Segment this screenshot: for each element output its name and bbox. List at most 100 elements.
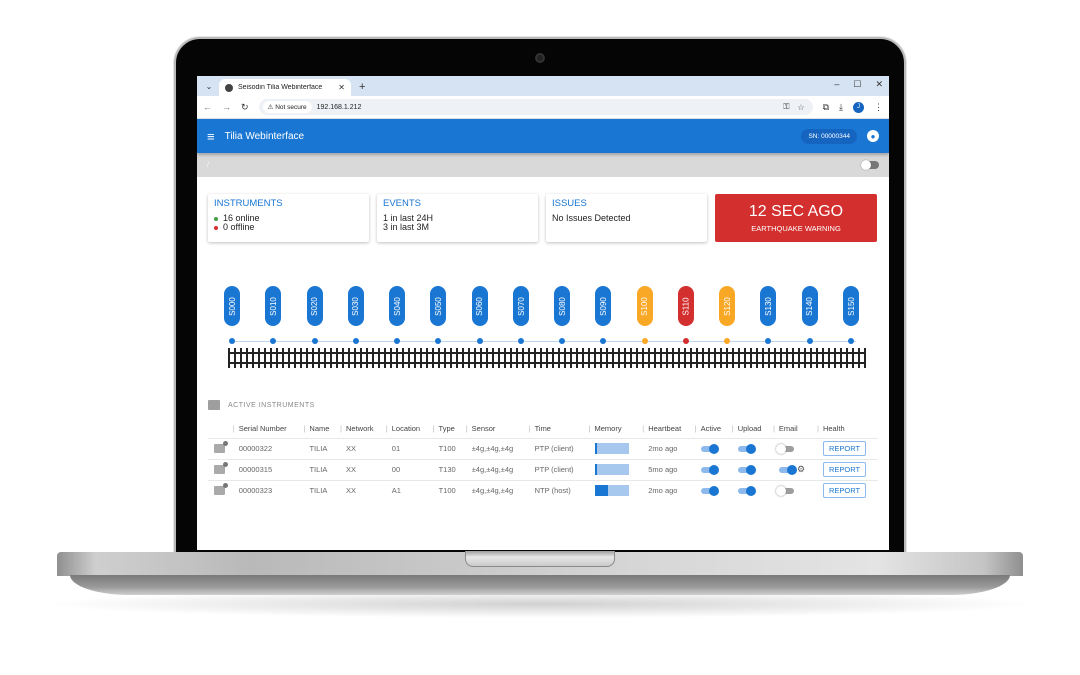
station-marker-s140[interactable]: S140 xyxy=(801,286,818,326)
back-icon[interactable]: ← xyxy=(203,102,212,112)
email-toggle[interactable] xyxy=(775,444,794,455)
mode-toggle[interactable] xyxy=(861,160,879,170)
column-header-upload[interactable]: | Upload xyxy=(728,420,769,438)
column-divider[interactable]: | xyxy=(589,424,591,433)
browser-tab[interactable]: Seisodin Tilia Webinterface ✕ xyxy=(219,79,351,96)
column-header-active[interactable]: | Active xyxy=(691,420,728,438)
serial-badge[interactable]: SN: 00000344 xyxy=(801,128,857,144)
maximize-icon[interactable]: ☐ xyxy=(853,79,861,90)
events-card[interactable]: EVENTS 1 in last 24H 3 in last 3M xyxy=(377,194,538,242)
bookmark-star-icon[interactable]: ☆ xyxy=(797,103,804,112)
station-marker-s010[interactable]: S010 xyxy=(265,286,282,326)
station-point xyxy=(682,338,689,344)
table-row[interactable]: 00000322 TILIA XX 01 T100 ±4g,±4g,±4g PTP (cli… xyxy=(208,437,878,459)
column-header-serial-number[interactable]: | Serial Number xyxy=(229,420,300,438)
column-header-sensor[interactable]: | Sensor xyxy=(462,420,525,438)
upload-toggle[interactable] xyxy=(737,486,756,497)
email-toggle[interactable] xyxy=(778,464,797,475)
station-label: S030 xyxy=(351,296,361,316)
account-icon[interactable]: ● xyxy=(867,130,879,142)
upload-cell xyxy=(727,479,769,501)
profile-avatar[interactable]: J xyxy=(853,101,864,113)
column-header-heartbeat[interactable]: | Heartbeat xyxy=(638,420,690,438)
email-toggle[interactable] xyxy=(775,486,794,497)
column-divider[interactable]: | xyxy=(732,424,734,433)
column-divider[interactable]: | xyxy=(233,424,235,433)
more-menu-icon[interactable]: ⋮ xyxy=(874,102,883,113)
column-header-email[interactable]: | Email xyxy=(769,420,813,438)
station-marker-s110[interactable]: S110 xyxy=(677,286,694,326)
table-row[interactable]: 00000323 TILIA XX A1 T100 ±4g,±4g,±4g NTP (hos… xyxy=(208,479,878,501)
column-header-health[interactable]: | Health xyxy=(813,420,878,438)
hamburger-menu-icon[interactable]: ≡ xyxy=(207,129,215,144)
tab-search-button[interactable]: ⌄ xyxy=(202,79,216,93)
station-marker-s050[interactable]: S050 xyxy=(430,286,447,326)
column-divider[interactable]: | xyxy=(433,424,435,433)
station-marker-s090[interactable]: S090 xyxy=(595,286,612,326)
station-marker-s030[interactable]: S030 xyxy=(347,286,364,326)
report-button[interactable]: REPORT xyxy=(823,483,867,499)
upload-toggle[interactable] xyxy=(737,444,756,455)
column-divider[interactable]: | xyxy=(303,424,305,433)
station-label: S040 xyxy=(392,296,402,316)
close-tab-icon[interactable]: ✕ xyxy=(338,83,345,92)
station-marker-s100[interactable]: S100 xyxy=(636,286,653,326)
column-header-type[interactable]: | Type xyxy=(429,420,462,438)
password-key-icon[interactable]: ⚿ xyxy=(783,102,789,112)
station-marker-s130[interactable]: S130 xyxy=(760,286,777,326)
download-icon[interactable]: ⤓ xyxy=(839,102,843,113)
column-header-network[interactable]: | Network xyxy=(336,420,382,438)
forward-icon[interactable]: → xyxy=(222,102,231,112)
new-tab-button[interactable]: + xyxy=(359,81,365,93)
instrument-image-icon[interactable] xyxy=(214,462,228,474)
station-marker-s060[interactable]: S060 xyxy=(471,286,488,326)
station-label: S000 xyxy=(227,296,237,316)
column-header-memory[interactable]: | Memory xyxy=(585,420,639,438)
column-header-location[interactable]: | Location xyxy=(382,420,429,438)
column-divider[interactable]: | xyxy=(386,424,388,433)
instrument-image-icon[interactable] xyxy=(214,441,228,453)
column-divider[interactable]: | xyxy=(466,424,468,433)
report-button[interactable]: REPORT xyxy=(823,441,867,456)
column-header-time[interactable]: | Time xyxy=(525,420,585,438)
active-toggle[interactable] xyxy=(700,465,719,476)
station-marker-s070[interactable]: S070 xyxy=(512,286,529,326)
column-divider[interactable]: | xyxy=(817,424,819,433)
station-marker-s150[interactable]: S150 xyxy=(843,286,859,326)
extensions-icon[interactable]: ⧉ xyxy=(823,102,829,113)
column-header-name[interactable]: | Name xyxy=(299,420,336,438)
active-toggle[interactable] xyxy=(700,486,719,497)
station-marker-s040[interactable]: S040 xyxy=(389,286,406,326)
upload-toggle[interactable] xyxy=(737,465,756,476)
instruments-card[interactable]: INSTRUMENTS 16 online 0 offline xyxy=(208,194,369,242)
close-window-icon[interactable]: ✕ xyxy=(875,79,883,90)
station-marker-s000[interactable]: S000 xyxy=(224,286,240,326)
reload-icon[interactable]: ↻ xyxy=(241,102,249,113)
email-cell xyxy=(768,479,813,501)
station-marker-s020[interactable]: S020 xyxy=(306,286,323,326)
offline-dot-icon xyxy=(214,225,218,230)
online-dot-icon xyxy=(214,216,218,221)
breadcrumb[interactable]: / xyxy=(207,162,209,169)
report-button[interactable]: REPORT xyxy=(823,462,867,477)
minimize-icon[interactable]: – xyxy=(834,79,839,90)
station-marker-s080[interactable]: S080 xyxy=(554,286,571,326)
column-divider[interactable]: | xyxy=(340,424,342,433)
gear-icon[interactable]: ⚙ xyxy=(797,464,805,474)
column-divider[interactable]: | xyxy=(642,424,644,433)
column-divider[interactable]: | xyxy=(695,424,697,433)
security-chip[interactable]: ⚠ Not secure xyxy=(262,101,312,113)
earthquake-alert[interactable]: 12 SEC AGO EARTHQUAKE WARNING xyxy=(715,194,877,242)
instrument-image-icon[interactable] xyxy=(214,483,228,496)
active-cell xyxy=(690,479,728,501)
url-text[interactable]: 192.168.1.212 xyxy=(317,104,362,111)
table-row[interactable]: 00000315 TILIA XX 00 T130 ±4g,±4g,±4g PTP (cli… xyxy=(208,458,878,480)
table-header-row: | Serial Number | Name | Network | Location | Typ… xyxy=(208,420,878,438)
column-divider[interactable]: | xyxy=(529,424,531,433)
column-divider[interactable]: | xyxy=(773,424,775,433)
active-toggle[interactable] xyxy=(700,444,719,455)
issues-card[interactable]: ISSUES No Issues Detected xyxy=(546,194,707,242)
station-marker-s120[interactable]: S120 xyxy=(719,286,736,326)
address-bar[interactable]: ⚠ Not secure 192.168.1.212 ⚿ ☆ xyxy=(258,99,813,115)
rail-bottom xyxy=(228,362,866,364)
